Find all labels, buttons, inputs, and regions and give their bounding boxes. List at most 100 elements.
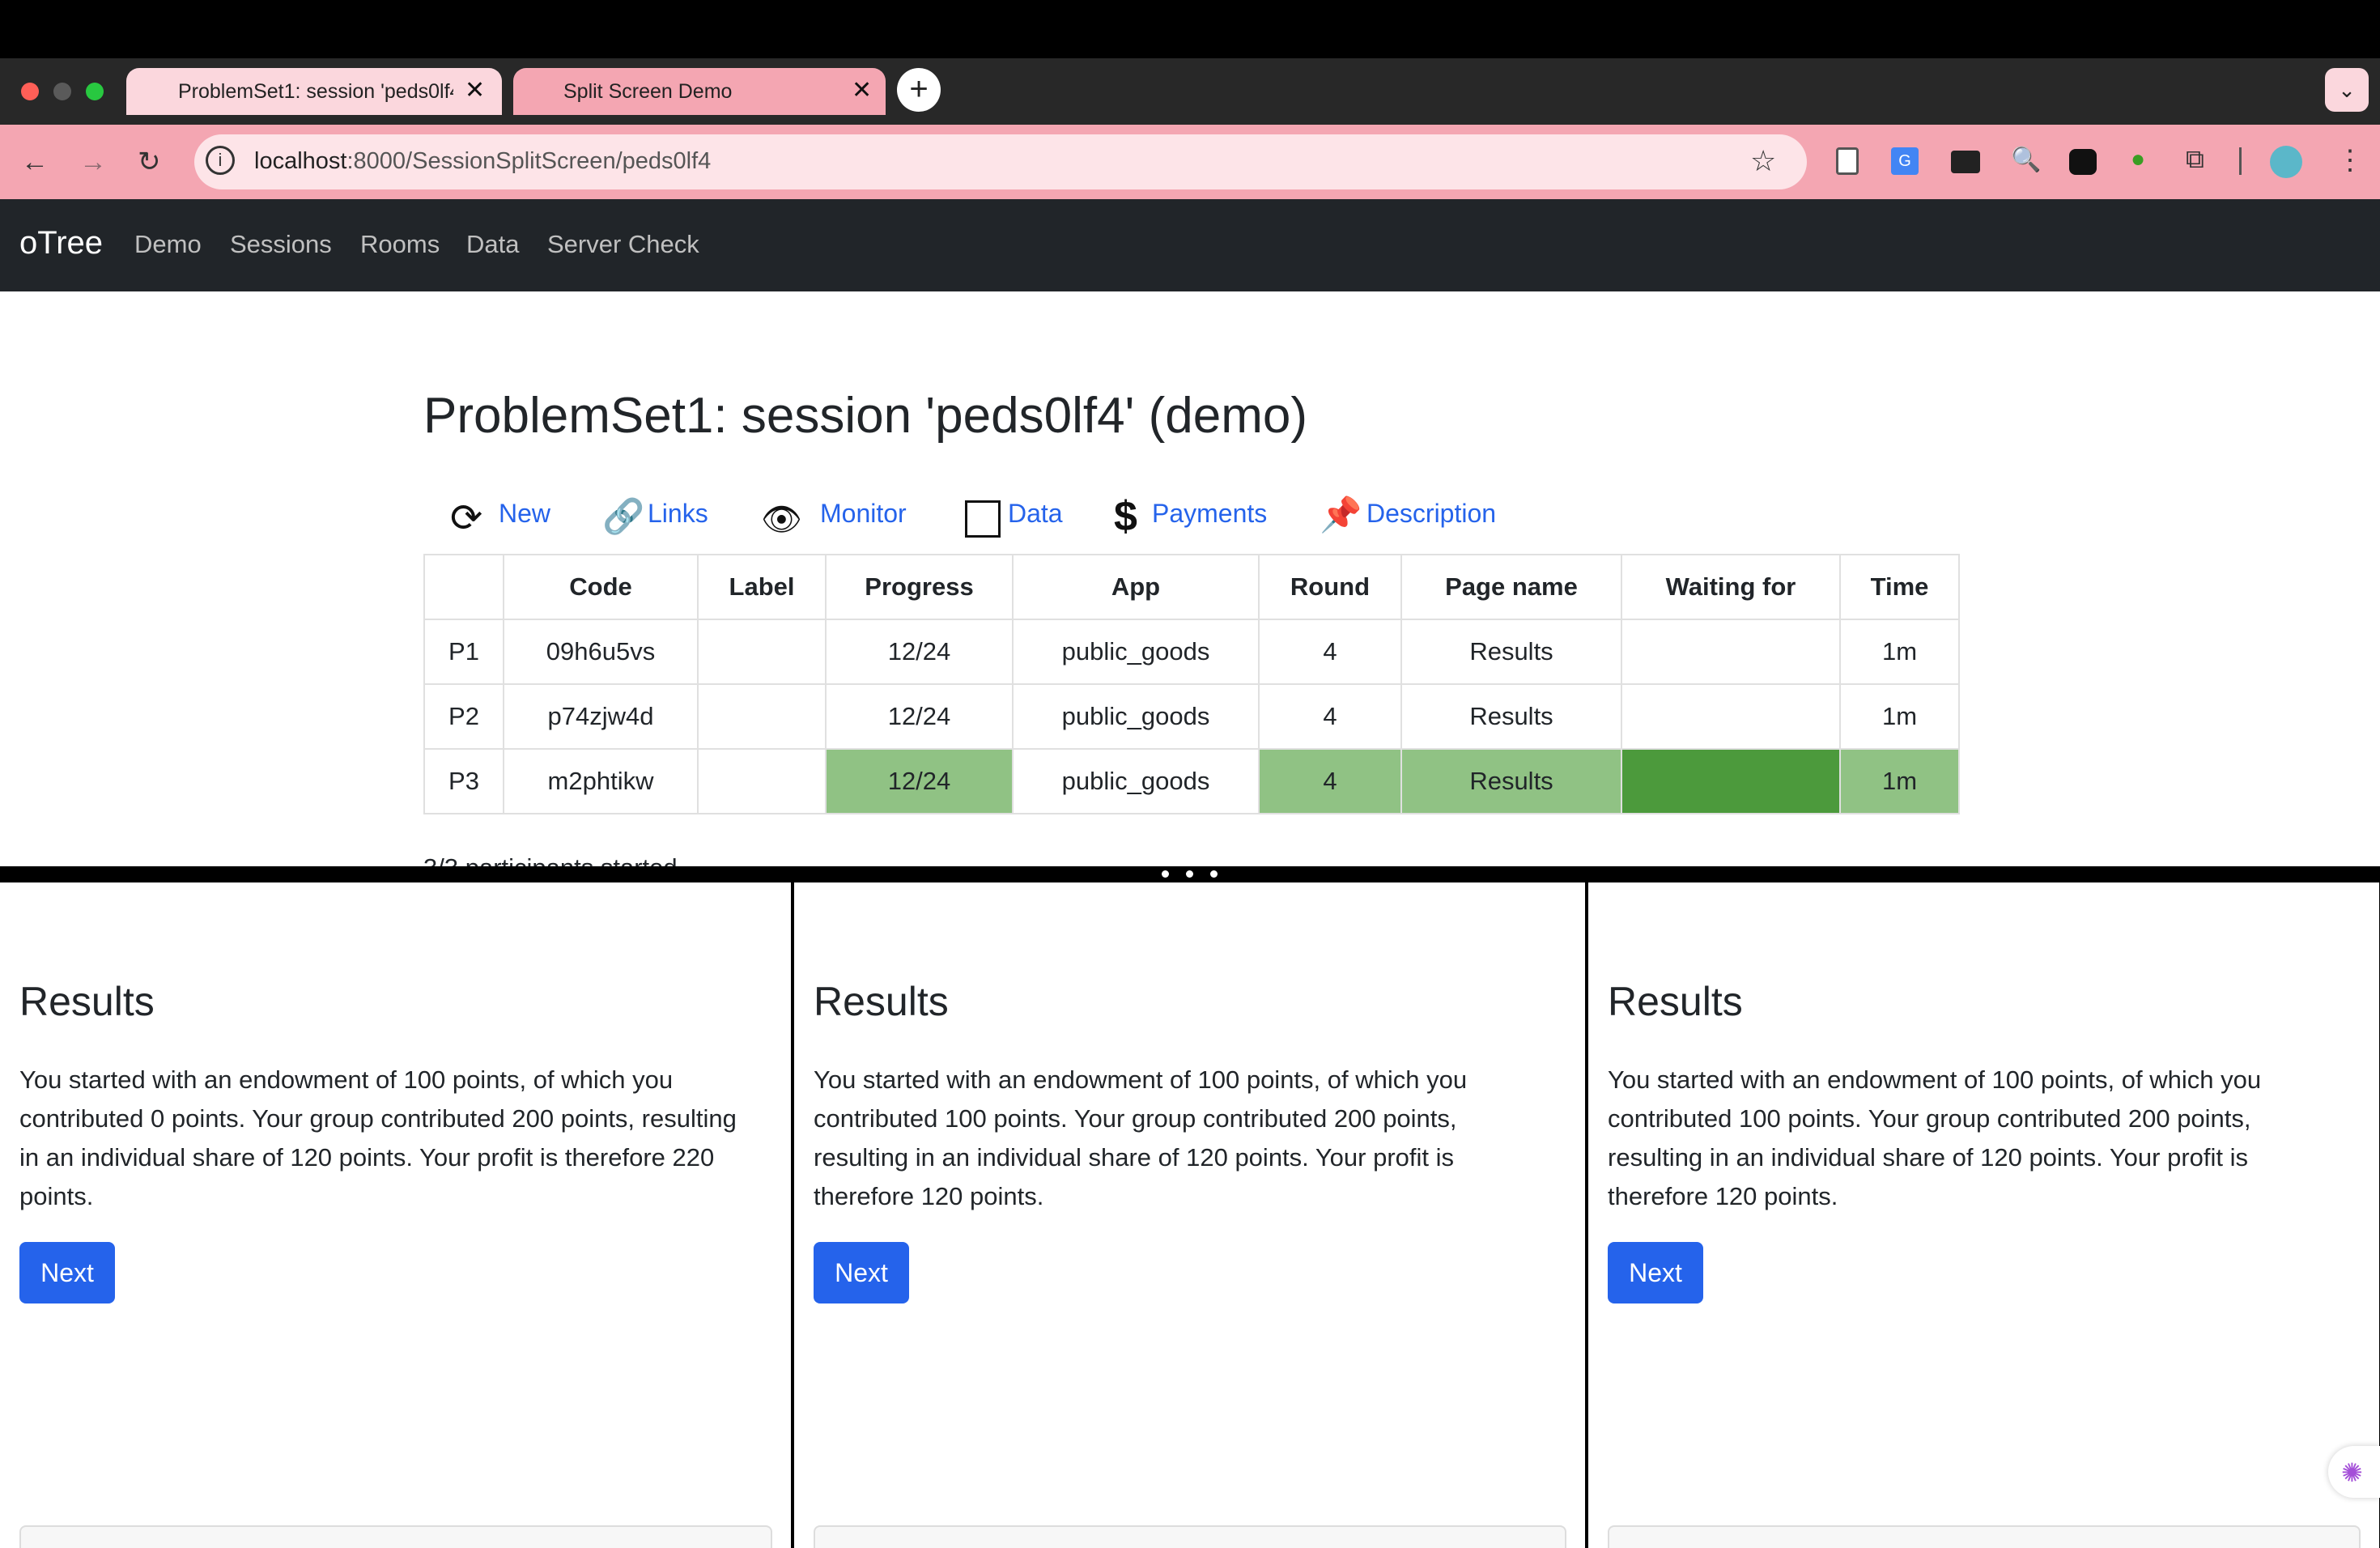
table-cell: public_goods [1012, 683, 1260, 750]
participant-pane-3: Results You started with an endowment of… [1588, 882, 2379, 1548]
tab-close-icon[interactable]: ✕ [852, 76, 872, 105]
table-cell: 1m [1839, 619, 1960, 685]
tab-split-screen-demo[interactable]: Split Screen Demo ✕ [513, 68, 886, 115]
table-cell: 1m [1839, 748, 1960, 814]
nav-server-check[interactable]: Server Check [547, 230, 699, 259]
link-icon[interactable]: 🔗 [602, 497, 644, 537]
brain-icon: ✺ [2341, 1458, 2363, 1487]
pane-heading: Results [19, 979, 155, 1024]
table-cell: m2phtikw [503, 748, 699, 814]
participant-pane-1: Results You started with an endowment of… [0, 882, 791, 1548]
column-header: Page name [1400, 554, 1622, 620]
toolbar-separator [2239, 147, 2242, 175]
profile-avatar[interactable] [2270, 146, 2302, 178]
translate-extension-icon[interactable]: G [1891, 147, 1919, 175]
forward-arrow-icon[interactable]: → [79, 146, 107, 178]
action-new[interactable]: New [499, 499, 550, 529]
close-window-button[interactable] [21, 83, 39, 100]
tab-close-icon[interactable]: ✕ [465, 76, 485, 105]
table-cell: public_goods [1012, 619, 1260, 685]
table-row: P2 p74zjw4d 12/24 public_goods 4 Results… [423, 683, 1960, 750]
table-row: P1 09h6u5vs 12/24 public_goods 4 Results… [423, 619, 1960, 685]
refresh-icon[interactable]: ⟳ [450, 495, 482, 541]
action-links[interactable]: Links [648, 499, 708, 529]
pane-body-text: You started with an endowment of 100 poi… [1608, 1065, 2262, 1210]
zoom-window-button[interactable] [86, 83, 104, 100]
reload-icon[interactable]: ↻ [138, 146, 161, 178]
dollar-icon[interactable]: $ [1114, 492, 1137, 541]
debug-info-card[interactable] [19, 1525, 772, 1548]
column-header: Time [1839, 554, 1960, 620]
table-cell [1621, 683, 1841, 750]
nav-data[interactable]: Data [466, 230, 519, 259]
table-cell [1621, 619, 1841, 685]
next-button[interactable]: Next [814, 1242, 909, 1303]
table-cell [697, 619, 827, 685]
column-header: Label [697, 554, 827, 620]
column-header: Progress [825, 554, 1014, 620]
minimize-window-button[interactable] [53, 83, 71, 100]
url-host: localhost [254, 148, 347, 174]
brand-logo[interactable]: oTree [19, 225, 103, 262]
table-cell: 12/24 [825, 683, 1014, 750]
tab-problemset1[interactable]: ProblemSet1: session 'peds0lf4' (demo) ✕ [126, 68, 502, 115]
divider-handle-dot[interactable] [1186, 870, 1193, 878]
table-cell: 12/24 [825, 619, 1014, 685]
debug-info-card[interactable] [1608, 1525, 2361, 1548]
eye-icon[interactable]: 👁 [761, 500, 802, 538]
reading-list-icon[interactable] [1836, 147, 1859, 175]
pane-body-text: You started with an endowment of 100 poi… [19, 1065, 737, 1210]
droplet-extension-icon[interactable]: ● [2131, 146, 2145, 173]
inspector-extension-icon[interactable]: 🔍 [2011, 146, 2041, 174]
site-info-icon[interactable]: i [206, 146, 235, 175]
back-arrow-icon[interactable]: ← [21, 146, 49, 178]
tab-title: Split Screen Demo [563, 80, 733, 103]
table-cell: Results [1400, 683, 1622, 750]
new-tab-button[interactable]: + [897, 68, 941, 112]
action-description[interactable]: Description [1366, 499, 1496, 529]
extensions-puzzle-icon[interactable]: ⧉ [2186, 144, 2204, 175]
action-payments[interactable]: Payments [1152, 499, 1267, 529]
otree-navbar: oTree Demo Sessions Rooms Data Server Ch… [0, 199, 2380, 291]
nav-rooms[interactable]: Rooms [360, 230, 440, 259]
next-button[interactable]: Next [1608, 1242, 1703, 1303]
bookmark-star-icon[interactable]: ☆ [1750, 144, 1776, 178]
pushpin-icon[interactable]: 📌 [1320, 495, 1362, 535]
tab-title: ProblemSet1: session 'peds0lf4' (demo) [178, 80, 453, 103]
url-path: :8000/SessionSplitScreen/peds0lf4 [346, 148, 712, 174]
column-header: Code [503, 554, 699, 620]
table-cell: p74zjw4d [503, 683, 699, 750]
table-row: P3 m2phtikw 12/24 public_goods 4 Results… [423, 748, 1960, 814]
debug-info-card[interactable] [814, 1525, 1566, 1548]
table-cell: public_goods [1012, 748, 1260, 814]
table-cell: 4 [1258, 619, 1402, 685]
nav-sessions[interactable]: Sessions [230, 230, 332, 259]
column-header: Waiting for [1621, 554, 1841, 620]
divider-handle-dot[interactable] [1210, 870, 1218, 878]
divider-handle-dot[interactable] [1162, 870, 1169, 878]
table-cell: 12/24 [825, 748, 1014, 814]
admin-page: oTree Demo Sessions Rooms Data Server Ch… [0, 199, 2380, 866]
participants-started-text: 3/3 participants started [423, 853, 678, 866]
tab-search-chevron-icon[interactable]: ⌄ [2325, 68, 2369, 112]
action-data[interactable]: Data [1008, 499, 1063, 529]
data-table-icon[interactable] [965, 500, 1001, 538]
column-header: Round [1258, 554, 1402, 620]
action-monitor[interactable]: Monitor [820, 499, 907, 529]
url-text[interactable]: localhost:8000/SessionSplitScreen/peds0l… [254, 148, 711, 175]
table-header-row: Code Label Progress App Round Page name … [423, 554, 1960, 620]
table-cell: 09h6u5vs [503, 619, 699, 685]
table-cell [697, 748, 827, 814]
table-cell: 4 [1258, 748, 1402, 814]
browser-menu-icon[interactable]: ⋮ [2336, 144, 2364, 176]
next-button[interactable]: Next [19, 1242, 115, 1303]
pane-heading: Results [1608, 979, 1743, 1024]
column-header: App [1012, 554, 1260, 620]
nav-demo[interactable]: Demo [134, 230, 202, 259]
assistant-floating-button[interactable]: ✺ [2328, 1446, 2380, 1498]
owl-extension-icon[interactable] [2069, 149, 2097, 175]
table-cell: Results [1400, 748, 1622, 814]
address-bar[interactable]: i localhost:8000/SessionSplitScreen/peds… [194, 134, 1807, 189]
table-cell: 4 [1258, 683, 1402, 750]
captions-extension-icon[interactable] [1951, 151, 1980, 173]
